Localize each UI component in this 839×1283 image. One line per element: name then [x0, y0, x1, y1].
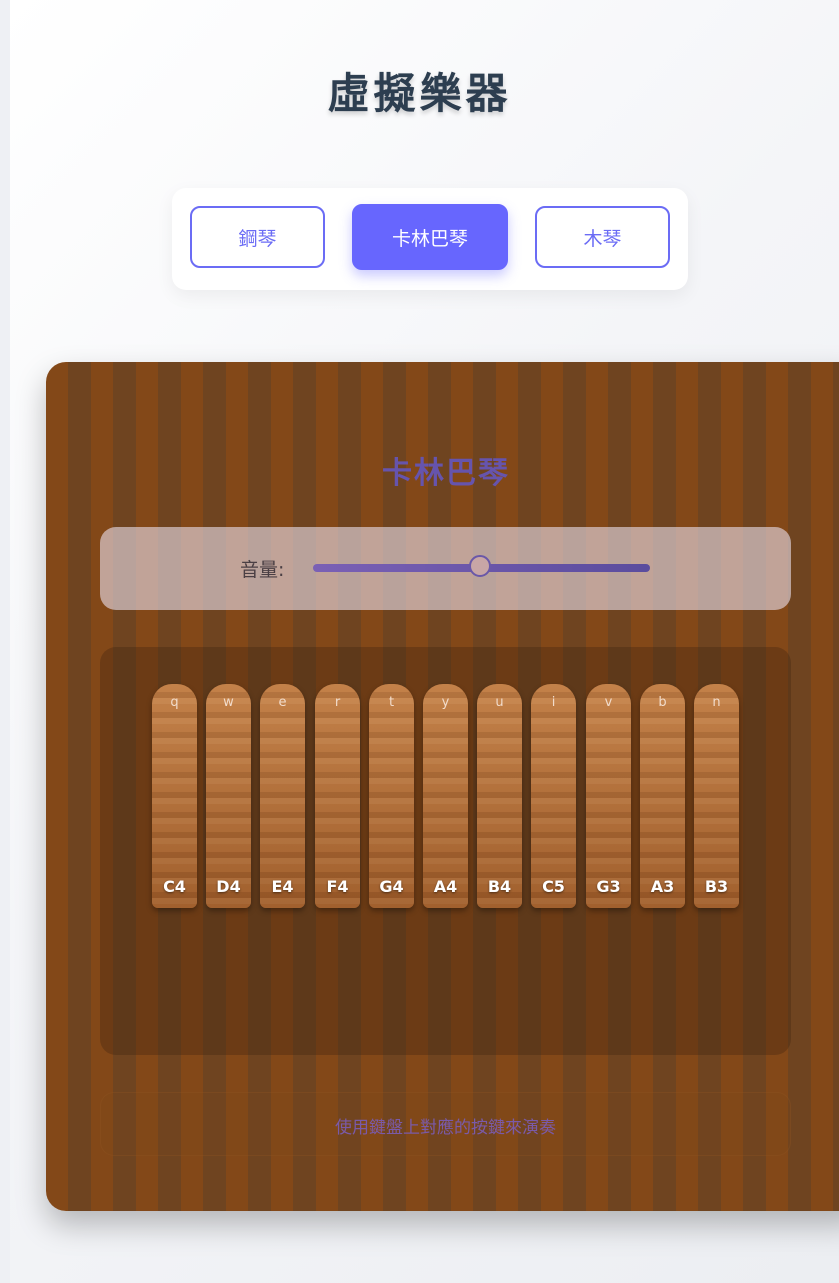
kalimba-tine[interactable]: n B3 — [694, 684, 739, 908]
tine-key-label: e — [278, 695, 287, 710]
tine-note-label: A3 — [650, 877, 675, 896]
tine-key-label: t — [388, 695, 395, 710]
tine-note-label: G3 — [596, 877, 621, 896]
tine-note-label: B4 — [487, 877, 512, 896]
kalimba-tine[interactable]: u B4 — [477, 684, 522, 908]
instrument-selector: 鋼琴 卡林巴琴 木琴 — [172, 188, 688, 290]
tine-note-label: C4 — [163, 877, 186, 896]
kalimba-button[interactable]: 卡林巴琴 — [352, 204, 508, 270]
tine-key-label: q — [170, 695, 179, 710]
keyboard-hint: 使用鍵盤上對應的按鍵來演奏 — [335, 1118, 556, 1138]
tine-key-label: n — [712, 695, 721, 710]
tine-note-label: G4 — [379, 877, 404, 896]
kalimba-tine[interactable]: w D4 — [206, 684, 251, 908]
tine-note-label: C5 — [542, 877, 565, 896]
tine-key-label: w — [223, 695, 234, 710]
kalimba-tine[interactable]: i C5 — [531, 684, 576, 908]
tine-key-label: r — [334, 695, 341, 710]
kalimba-tine[interactable]: t G4 — [369, 684, 414, 908]
tine-key-label: v — [604, 695, 613, 710]
tine-note-label: D4 — [216, 877, 241, 896]
instrument-title: 卡林巴琴 — [382, 456, 510, 491]
volume-slider-thumb[interactable] — [469, 555, 491, 577]
kalimba-tine[interactable]: v G3 — [586, 684, 631, 908]
tine-note-label: F4 — [326, 877, 349, 896]
hint-box: 使用鍵盤上對應的按鍵來演奏 — [100, 1092, 791, 1156]
kalimba-tine[interactable]: b A3 — [640, 684, 685, 908]
tine-note-label: E4 — [271, 877, 294, 896]
piano-button[interactable]: 鋼琴 — [190, 206, 325, 268]
tine-key-label: y — [441, 695, 450, 710]
tine-note-label: B3 — [704, 877, 729, 896]
tine-note-label: A4 — [433, 877, 458, 896]
kalimba-tine[interactable]: e E4 — [260, 684, 305, 908]
xylophone-button[interactable]: 木琴 — [535, 206, 670, 268]
kalimba-tine[interactable]: y A4 — [423, 684, 468, 908]
volume-panel: 音量: — [100, 527, 791, 610]
volume-label: 音量: — [240, 559, 285, 581]
page-title: 虛擬樂器 — [327, 69, 512, 118]
kalimba-tine[interactable]: r F4 — [315, 684, 360, 908]
kalimba-tine[interactable]: q C4 — [152, 684, 197, 908]
kalimba-stage: 卡林巴琴 音量: q C4 w D4 e E4 r F4 t G4 y A4 u B4 i C5 v G3 b A3 n… — [46, 362, 839, 1211]
tine-key-label: u — [495, 695, 504, 710]
tine-area: q C4 w D4 e E4 r F4 t G4 y A4 u B4 i C5 v G3 b A3 n B3 — [100, 647, 791, 1055]
tine-key-label: i — [551, 695, 556, 710]
tine-key-label: b — [658, 695, 667, 710]
